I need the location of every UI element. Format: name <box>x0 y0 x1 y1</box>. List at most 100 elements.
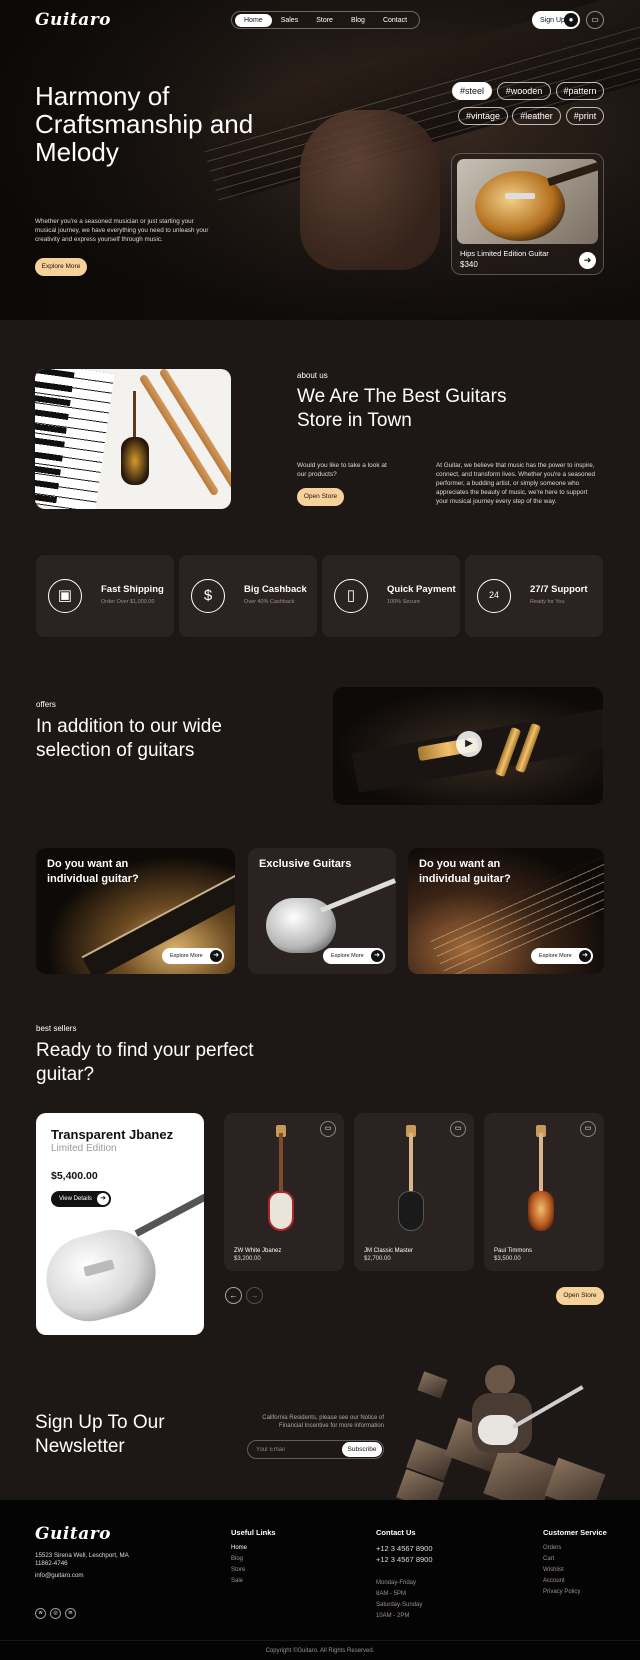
featured-product-card[interactable]: Transparent Jbanez Limited Edition $5,40… <box>36 1113 204 1335</box>
footer-link-account[interactable]: Account <box>543 1576 580 1587</box>
tag-print[interactable]: #print <box>566 107 604 125</box>
tag-leather[interactable]: #leather <box>512 107 561 125</box>
subscribe-button[interactable]: Subscribe <box>342 1442 382 1457</box>
feature-title: Big Cashback <box>244 584 307 595</box>
feature-subtitle: 100% Secure <box>387 599 421 605</box>
promo-explore-button[interactable]: Explore More ➜ <box>323 948 385 964</box>
hero-explore-button[interactable]: Explore More <box>35 258 87 276</box>
feature-card: ▯ Quick Payment 100% Secure <box>322 555 460 637</box>
footer-link-cart[interactable]: Cart <box>543 1554 580 1565</box>
play-icon[interactable]: ▶ <box>456 731 482 757</box>
tag-vintage[interactable]: #vintage <box>458 107 508 125</box>
promo-title: Do you want an individual guitar? <box>47 858 139 885</box>
product-card[interactable]: ▭ ZW White Jbanez $3,200.00 <box>224 1113 344 1271</box>
hours-label: Saturday-Sunday <box>376 1602 423 1608</box>
offers-label: offers <box>36 700 56 709</box>
view-details-button[interactable]: View Details ➜ <box>51 1191 111 1207</box>
product-card[interactable]: ▭ Paul Timmons $3,500.00 <box>484 1113 604 1271</box>
cart-icon[interactable]: ▭ <box>586 11 604 29</box>
offers-title: In addition to our wide selection of gui… <box>36 716 222 761</box>
featured-product-price: $5,400.00 <box>51 1170 98 1182</box>
contact-title: Contact Us <box>376 1528 416 1537</box>
promo-card[interactable]: Exclusive Guitars Explore More ➜ <box>248 848 396 974</box>
useful-links-title: Useful Links <box>231 1528 276 1537</box>
contact-hours: Monday-Friday 8AM - 5PM Saturday-Sunday … <box>376 1578 422 1622</box>
footer-link-wishlist[interactable]: Wishlist <box>543 1565 580 1576</box>
nav-sales[interactable]: Sales <box>272 14 308 27</box>
product-image <box>528 1191 554 1231</box>
hours-value: 10AM - 2PM <box>376 1613 410 1619</box>
product-card[interactable]: ▭ JM Classic Master $2,700.00 <box>354 1113 474 1271</box>
linkedin-icon[interactable]: in <box>65 1608 76 1619</box>
footer-link-blog[interactable]: Blog <box>231 1554 247 1565</box>
about-open-store-button[interactable]: Open Store <box>297 488 344 506</box>
hero-product-image <box>457 159 598 244</box>
promo-explore-button[interactable]: Explore More ➜ <box>531 948 593 964</box>
feature-title: Fast Shipping <box>101 584 164 595</box>
tag-wooden[interactable]: #wooden <box>497 82 551 100</box>
whatsapp-icon[interactable]: w <box>35 1608 46 1619</box>
footer-email[interactable]: info@guitaro.com <box>35 1572 84 1579</box>
hero-product-card[interactable]: Hips Limited Edition Guitar $340 ➜ <box>451 153 604 275</box>
product-name: ZW White Jbanez <box>234 1248 282 1254</box>
arrow-right-icon[interactable]: ➜ <box>579 252 596 269</box>
nav-store[interactable]: Store <box>307 14 342 27</box>
contact-phone[interactable]: +12 3 4567 8900 <box>376 1543 433 1554</box>
promo-title: Do you want an individual guitar? <box>419 858 511 885</box>
nav-home[interactable]: Home <box>235 13 272 27</box>
feature-title: 27/7 Support <box>530 584 588 595</box>
footer-link-sale[interactable]: Sale <box>231 1576 247 1587</box>
contact-phones: +12 3 4567 8900 +12 3 4567 8900 <box>376 1543 433 1565</box>
instagram-icon[interactable]: ◎ <box>50 1608 61 1619</box>
product-price: $2,700.00 <box>364 1256 391 1262</box>
email-input[interactable] <box>256 1444 336 1456</box>
main-nav: Home Sales Store Blog Contact <box>231 11 421 29</box>
feature-subtitle: Over 40% Cashback <box>244 599 295 605</box>
box-icon: ▣ <box>48 579 82 613</box>
nav-blog[interactable]: Blog <box>342 14 374 27</box>
promo-card[interactable]: Do you want an individual guitar? Explor… <box>36 848 235 974</box>
phone-payment-icon: ▯ <box>334 579 368 613</box>
feature-card: ▣ Fast Shipping Order Over $1,000.00 <box>36 555 174 637</box>
product-name: JM Classic Master <box>364 1248 414 1254</box>
offers-video[interactable]: ▶ <box>333 687 603 805</box>
about-title: We Are The Best Guitars Store in Town <box>297 386 507 431</box>
tag-steel[interactable]: #steel <box>452 82 492 100</box>
logo[interactable]: Guitaro <box>35 10 111 30</box>
featured-product-image <box>36 1220 166 1331</box>
footer-divider <box>0 1640 640 1641</box>
next-arrow-icon[interactable]: → <box>246 1287 263 1304</box>
previous-arrow-icon[interactable]: ← <box>225 1287 242 1304</box>
cashback-icon: $ <box>191 579 225 613</box>
cart-icon[interactable]: ▭ <box>320 1121 336 1137</box>
arrow-right-icon: ➜ <box>210 950 222 962</box>
footer-link-privacy[interactable]: Privacy Policy <box>543 1587 580 1598</box>
signup-button[interactable]: Sign Up ● <box>532 11 580 29</box>
customer-service-list: Orders Cart Wishlist Account Privacy Pol… <box>543 1543 580 1598</box>
footer-link-store[interactable]: Store <box>231 1565 247 1576</box>
footer-link-home[interactable]: Home <box>231 1543 247 1554</box>
newsletter-guitarist-image <box>390 1355 640 1500</box>
arrow-right-icon: ➜ <box>97 1193 109 1205</box>
promo-explore-button[interactable]: Explore More ➜ <box>162 948 224 964</box>
bestsellers-label: best sellers <box>36 1024 77 1033</box>
tag-pattern[interactable]: #pattern <box>556 82 604 100</box>
footer-logo[interactable]: Guitaro <box>35 1524 111 1544</box>
user-icon: ● <box>564 13 578 27</box>
cart-icon[interactable]: ▭ <box>450 1121 466 1137</box>
newsletter-form: Subscribe <box>247 1440 384 1459</box>
contact-phone[interactable]: +12 3 4567 8900 <box>376 1554 433 1565</box>
nav-contact[interactable]: Contact <box>374 14 416 27</box>
product-price: $3,500.00 <box>494 1256 521 1262</box>
hero-product-price: $340 <box>460 260 478 269</box>
bestsellers-open-store-button[interactable]: Open Store <box>556 1287 604 1305</box>
signup-label: Sign Up <box>540 16 565 24</box>
product-name: Paul Timmons <box>494 1248 533 1254</box>
copyright: Copyright ©Guitaro. All Rights Reserved. <box>265 1648 375 1654</box>
featured-product-subtitle: Limited Edition <box>51 1143 117 1154</box>
hero-title: Harmony of Craftsmanship and Melody <box>35 81 254 167</box>
cart-icon[interactable]: ▭ <box>580 1121 596 1137</box>
promo-card[interactable]: Do you want an individual guitar? Explor… <box>408 848 604 974</box>
hours-label: Monday-Friday <box>376 1580 417 1586</box>
footer-link-orders[interactable]: Orders <box>543 1543 580 1554</box>
